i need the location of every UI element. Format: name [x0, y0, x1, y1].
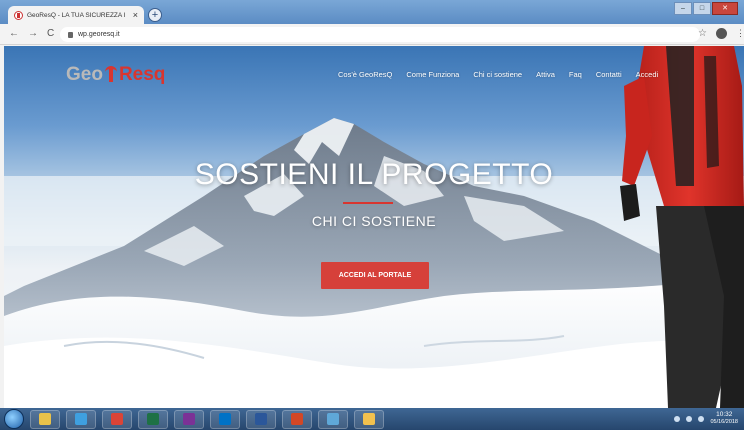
- explorer-icon: [39, 413, 51, 425]
- onenote-icon: [183, 413, 195, 425]
- nav-item-accedi[interactable]: Accedi: [636, 70, 659, 79]
- site-nav: Cos'è GeoResQ Come Funziona Chi ci sosti…: [338, 70, 658, 79]
- browser-titlebar: GeoResQ - LA TUA SICUREZZA I × + – □ ✕: [0, 0, 744, 24]
- browser-tab[interactable]: GeoResQ - LA TUA SICUREZZA I ×: [8, 6, 144, 24]
- maximize-button[interactable]: □: [693, 2, 711, 15]
- tray-volume-icon[interactable]: [686, 415, 693, 422]
- taskbar-button-powerpoint[interactable]: [282, 409, 312, 429]
- reload-button[interactable]: C: [47, 29, 54, 39]
- nav-item-contatti[interactable]: Contatti: [596, 70, 622, 79]
- minimize-button[interactable]: –: [674, 2, 692, 15]
- georesq-logo[interactable]: Geo Resq: [66, 64, 165, 86]
- taskbar-button-explorer[interactable]: [30, 409, 60, 429]
- browser-toolbar: ← → C wp.georesq.it: [0, 24, 744, 45]
- nav-item-cos-e-georesq[interactable]: Cos'è GeoResQ: [338, 70, 392, 79]
- georesq-favicon-icon: [14, 10, 23, 20]
- new-tab-button[interactable]: +: [148, 8, 162, 22]
- hero-title: SOSTIENI IL PROGETTO: [194, 158, 554, 191]
- forward-button[interactable]: →: [28, 29, 38, 39]
- logo-text-geo: Geo: [66, 64, 103, 85]
- taskbar-apps: [24, 409, 384, 429]
- address-text[interactable]: wp.georesq.it: [78, 31, 120, 38]
- excel-icon: [147, 413, 159, 425]
- bookmark-star-icon[interactable]: ☆: [698, 28, 707, 39]
- web-page: Geo Resq Cos'è GeoResQ Come Funziona Chi…: [4, 46, 744, 408]
- back-button[interactable]: ←: [9, 29, 19, 39]
- chrome-icon: [111, 413, 123, 425]
- tab-title: GeoResQ - LA TUA SICUREZZA I: [27, 11, 126, 19]
- start-button[interactable]: [4, 409, 24, 429]
- address-bar[interactable]: wp.georesq.it: [60, 27, 700, 42]
- logo-text-resq: Resq: [118, 64, 166, 85]
- taskbar-button-chrome[interactable]: [102, 409, 132, 429]
- account-icon[interactable]: [716, 28, 727, 39]
- tab-close-icon[interactable]: ×: [133, 10, 138, 20]
- logo-mark-icon: [104, 66, 117, 84]
- tray-network-icon[interactable]: [674, 415, 681, 422]
- nav-item-faq[interactable]: Faq: [569, 70, 582, 79]
- hero-subtitle: CHI CI SOSTIENE: [311, 213, 437, 229]
- nav-item-come-funziona[interactable]: Come Funziona: [406, 70, 459, 79]
- screen: GeoResQ - LA TUA SICUREZZA I × + – □ ✕ ←…: [0, 0, 744, 430]
- window-controls: – □ ✕: [674, 2, 738, 15]
- taskbar-button-paint[interactable]: [354, 409, 384, 429]
- paint-icon: [363, 413, 375, 425]
- lock-icon: [68, 31, 73, 38]
- taskbar-button-word[interactable]: [246, 409, 276, 429]
- nav-item-attiva[interactable]: Attiva: [536, 70, 555, 79]
- windows-taskbar: 10:32 05/16/2018: [0, 408, 744, 430]
- window-icon: [327, 413, 339, 425]
- taskbar-button-onenote[interactable]: [174, 409, 204, 429]
- clock-date: 05/16/2018: [710, 419, 738, 425]
- clock-time: 10:32: [716, 411, 733, 418]
- hero-divider: [343, 202, 393, 204]
- taskbar-button-outlook[interactable]: [210, 409, 240, 429]
- word-icon: [255, 413, 267, 425]
- taskbar-button-internet-explorer[interactable]: [66, 409, 96, 429]
- powerpoint-icon: [291, 413, 303, 425]
- menu-icon[interactable]: ⋮: [736, 28, 744, 39]
- accedi-al-portale-button[interactable]: ACCEDI AL PORTALE: [321, 262, 429, 289]
- outlook-icon: [219, 413, 231, 425]
- nav-item-chi-ci-sostiene[interactable]: Chi ci sostiene: [473, 70, 522, 79]
- taskbar-button-excel[interactable]: [138, 409, 168, 429]
- close-window-button[interactable]: ✕: [712, 2, 738, 15]
- taskbar-button-window[interactable]: [318, 409, 348, 429]
- internet-explorer-icon: [75, 413, 87, 425]
- system-tray: 10:32 05/16/2018: [674, 411, 738, 426]
- tray-flag-icon[interactable]: [698, 415, 705, 422]
- taskbar-clock[interactable]: 10:32 05/16/2018: [710, 411, 738, 426]
